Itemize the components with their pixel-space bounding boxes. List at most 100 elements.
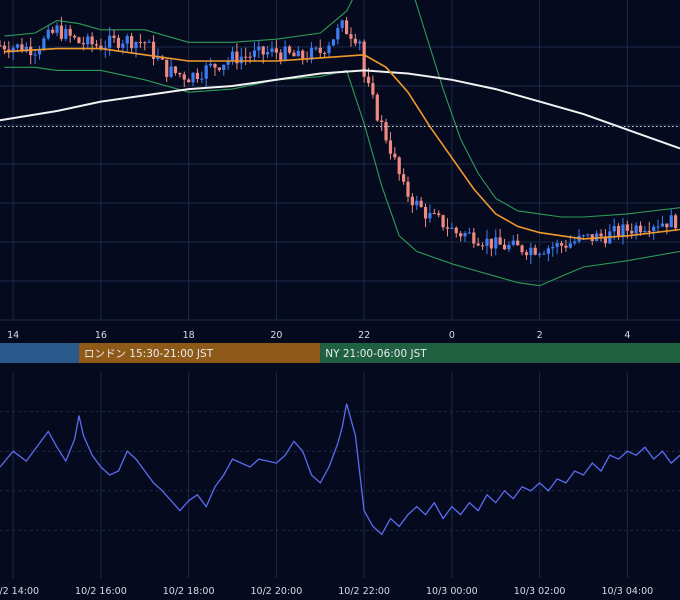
candle-body	[656, 226, 660, 228]
candle-body	[393, 153, 397, 158]
candle-body	[90, 36, 94, 45]
candle-body	[217, 67, 221, 71]
candle-body	[643, 230, 647, 233]
candle-body	[33, 54, 37, 56]
candle-body	[520, 245, 524, 253]
candle-body	[318, 47, 322, 53]
candle-body	[301, 50, 305, 59]
chart-background	[0, 0, 680, 600]
candle-body	[463, 233, 467, 237]
oscillator-x-tick-label: 10/3 04:00	[601, 586, 653, 597]
candle-body	[252, 50, 257, 57]
candle-body	[116, 37, 121, 48]
candle-body	[266, 52, 270, 55]
oscillator-x-tick-label: 10/2 18:00	[163, 586, 215, 597]
candle-body	[327, 45, 331, 54]
price-x-tick-label: 14	[7, 330, 19, 341]
candle-body	[173, 66, 178, 73]
candle-body	[634, 225, 638, 234]
candle-body	[147, 41, 151, 43]
candle-body	[410, 196, 414, 206]
candle-body	[388, 140, 393, 154]
candle-body	[621, 224, 625, 237]
oscillator-x-tick-label: 10/2 14:00	[0, 586, 39, 597]
candle-body	[182, 74, 186, 80]
candle-body	[546, 248, 550, 254]
candle-body	[134, 41, 138, 49]
candle-body	[59, 25, 64, 39]
candle-body	[349, 34, 353, 39]
price-x-tick-label: 4	[624, 330, 630, 341]
candle-body	[586, 234, 590, 236]
candle-body	[296, 50, 300, 57]
candle-body	[165, 59, 169, 77]
candle-body	[191, 72, 195, 83]
oscillator-x-tick-label: 10/3 02:00	[514, 586, 566, 597]
oscillator-x-tick-label: 10/2 20:00	[251, 586, 303, 597]
candle-body	[502, 244, 507, 250]
candle-body	[638, 225, 643, 233]
candle-body	[441, 215, 445, 228]
candle-body	[428, 213, 432, 219]
candle-body	[130, 36, 134, 49]
candle-body	[511, 240, 515, 245]
candle-body	[542, 253, 546, 255]
candle-body	[331, 39, 336, 46]
candle-body	[555, 243, 559, 247]
candle-body	[402, 174, 406, 182]
price-x-tick-label: 2	[537, 330, 543, 341]
candle-body	[419, 200, 423, 208]
session-bar: ロンドン 15:30-21:00 JST NY 21:00-06:00 JST	[0, 343, 680, 363]
candle-body	[660, 223, 665, 227]
candle-body	[200, 78, 204, 80]
candle-body	[480, 245, 485, 247]
candle-body	[230, 51, 235, 61]
candle-body	[94, 44, 99, 46]
candle-body	[112, 35, 116, 38]
price-x-tick-label: 18	[183, 330, 195, 341]
candle-body	[239, 56, 243, 64]
candle-body	[459, 233, 463, 237]
candle-body	[169, 66, 173, 77]
candle-body	[371, 83, 375, 95]
candle-body	[665, 223, 669, 228]
candle-body	[524, 252, 529, 256]
candle-body	[143, 42, 147, 44]
candle-body	[507, 244, 511, 250]
candle-body	[270, 48, 274, 53]
candle-body	[208, 63, 213, 66]
candle-body	[551, 246, 555, 249]
candle-body	[314, 47, 318, 49]
candle-body	[72, 35, 77, 38]
candle-body	[384, 122, 388, 141]
candle-body	[55, 25, 59, 33]
candle-body	[353, 38, 357, 44]
candle-body	[178, 72, 182, 75]
candle-body	[261, 46, 265, 55]
candle-body	[279, 52, 283, 60]
candle-body	[121, 43, 125, 48]
candle-body	[283, 46, 287, 60]
price-x-tick-label: 0	[449, 330, 455, 341]
candle-body	[450, 227, 454, 229]
candle-body	[476, 243, 480, 246]
candle-body	[423, 207, 428, 219]
candle-body	[432, 213, 436, 215]
candle-body	[498, 237, 502, 245]
candle-body	[375, 94, 379, 121]
oscillator-x-tick-label: 10/2 22:00	[338, 586, 390, 597]
candle-body	[77, 37, 81, 44]
candle-body	[51, 29, 55, 33]
candle-body	[652, 226, 656, 232]
session-label: NY 21:00-06:00 JST	[325, 348, 427, 360]
candle-body	[287, 46, 292, 53]
candle-body	[669, 215, 673, 228]
candle-body	[213, 63, 217, 68]
candle-body	[568, 243, 572, 248]
candle-body	[42, 38, 46, 50]
price-x-tick-label: 20	[270, 330, 282, 341]
candle-body	[336, 27, 340, 40]
candle-body	[599, 233, 603, 237]
candle-body	[380, 120, 384, 123]
candle-body	[138, 41, 142, 43]
